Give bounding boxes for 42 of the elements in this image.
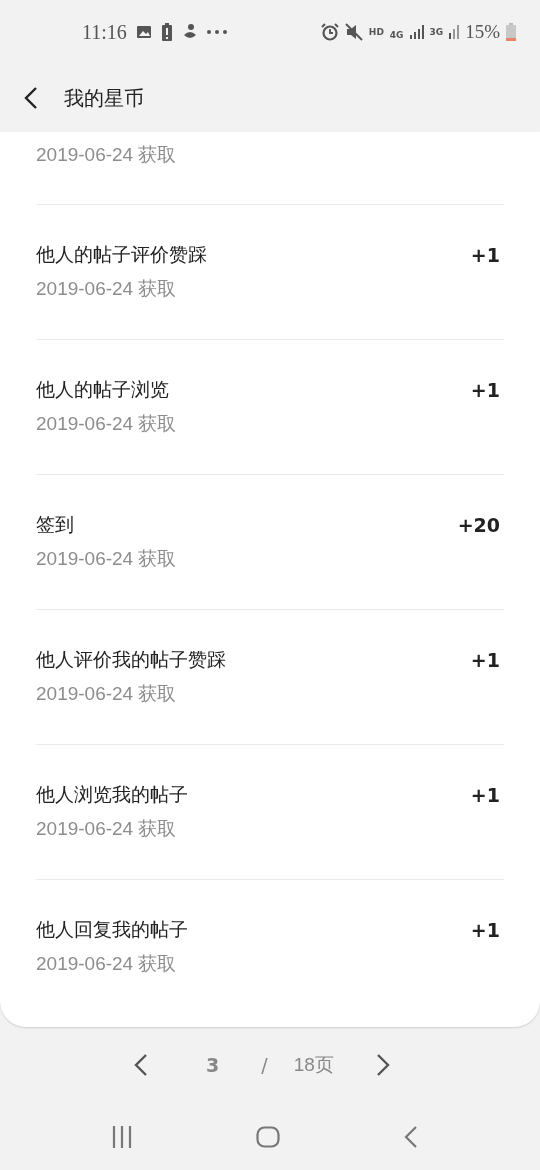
alarm-icon [320, 23, 339, 41]
previous-page-icon[interactable] [134, 1053, 148, 1077]
alert-icon [160, 23, 173, 41]
record-date: 2019-06-24 获取 [36, 143, 178, 167]
record-title: 他人的帖子评价赞踩 [36, 242, 207, 267]
current-page: 3 [206, 1054, 220, 1076]
coin-amount: +1 [470, 919, 501, 941]
battery-icon [506, 23, 516, 41]
coin-amount: +20 [457, 514, 501, 536]
home-icon[interactable] [256, 1125, 280, 1148]
coin-amount: +1 [470, 784, 501, 806]
record-date: 2019-06-24 获取 [36, 952, 178, 976]
total-pages: 18页 [293, 1053, 334, 1077]
coin-amount: +1 [470, 649, 501, 671]
next-page-icon[interactable] [375, 1053, 390, 1077]
back-icon[interactable] [24, 86, 38, 110]
record-date: 2019-06-24 获取 [36, 547, 178, 571]
back-nav-icon[interactable] [404, 1125, 418, 1148]
network-label: 3G [429, 27, 444, 37]
recent-apps-icon[interactable] [112, 1125, 132, 1148]
status-time: 11:16 [82, 20, 127, 44]
page-separator: / [261, 1054, 268, 1076]
coin-amount: +1 [470, 244, 501, 266]
record-date: 2019-06-24 获取 [36, 277, 178, 301]
record-date: 2019-06-24 获取 [36, 682, 178, 706]
battery-percent: 15% [465, 21, 500, 43]
record-date: 2019-06-24 获取 [36, 412, 178, 436]
page-title: 我的星币 [64, 84, 144, 112]
network-label: 4G [389, 29, 404, 40]
more-icon [206, 30, 227, 34]
record-title: 签到 [36, 512, 74, 537]
record-title: 他人的帖子浏览 [36, 377, 169, 402]
hd-label: HD [368, 27, 384, 37]
signal-icon [409, 25, 424, 39]
record-title: 他人浏览我的帖子 [36, 782, 188, 807]
image-icon [135, 24, 152, 40]
coin-amount: +1 [470, 379, 501, 401]
record-title: 他人回复我的帖子 [36, 917, 188, 942]
signal-icon [449, 25, 460, 39]
record-date: 2019-06-24 获取 [36, 817, 178, 841]
record-title: 他人评价我的帖子赞踩 [36, 647, 226, 672]
mute-icon [344, 23, 363, 41]
